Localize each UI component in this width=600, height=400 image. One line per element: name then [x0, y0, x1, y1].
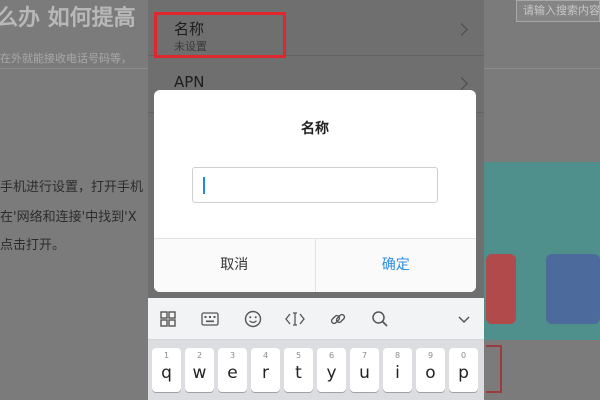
key-letter: t — [295, 363, 302, 383]
key-letter: y — [326, 363, 337, 383]
key-q[interactable]: 1q — [152, 348, 181, 392]
chevron-down-icon[interactable] — [453, 308, 475, 330]
dialog-title: 名称 — [301, 121, 329, 137]
article-search-input[interactable]: 请输入搜索内容 — [516, 0, 600, 22]
name-input-dialog: 名称 取消 确定 — [154, 90, 476, 292]
chevron-right-icon — [455, 23, 468, 36]
key-letter: u — [359, 363, 370, 383]
cancel-button[interactable]: 取消 — [154, 239, 316, 292]
key-r[interactable]: 4r — [251, 348, 280, 392]
app-tile — [486, 254, 516, 324]
article-headline: 么办 如何提高 — [0, 6, 136, 31]
key-number: 8 — [394, 351, 401, 360]
article-image — [480, 162, 600, 340]
article-paragraph-line: 点击打开。 — [0, 238, 66, 253]
key-o[interactable]: 9o — [416, 348, 445, 392]
article-paragraph-line: 手机进行设置，打开手机 — [0, 180, 144, 195]
key-y[interactable]: 6y — [317, 348, 346, 392]
key-number: 1 — [163, 351, 170, 360]
phone-screen: 名称 未设置 APN 名称 取消 确定 1 q 2 w 3 e 4 r 5 t … — [148, 0, 484, 400]
key-w[interactable]: 2w — [185, 348, 214, 392]
key-i[interactable]: 8i — [383, 348, 412, 392]
key-number: 9 — [427, 351, 434, 360]
keyboard-row-qwerty: 1q 2w 3e 4r 5t 6y 7u 8i 9o 0p — [148, 348, 484, 396]
key-number: 5 — [295, 351, 302, 360]
key-number: 3 — [229, 351, 236, 360]
key-number: 4 — [262, 351, 269, 360]
keyboard-icon[interactable] — [199, 308, 221, 330]
key-letter: p — [458, 363, 469, 383]
key-letter: w — [192, 363, 207, 383]
app-tile — [546, 254, 600, 324]
search-icon[interactable] — [369, 308, 391, 330]
key-number: 6 — [328, 351, 335, 360]
keyboard-toolbar — [148, 298, 484, 340]
highlight-box — [154, 12, 286, 58]
key-letter: e — [227, 363, 238, 383]
key-e[interactable]: 3e — [218, 348, 247, 392]
key-letter: i — [395, 363, 400, 383]
key-letter: o — [425, 363, 436, 383]
key-t[interactable]: 5t — [284, 348, 313, 392]
key-p[interactable]: 0p — [449, 348, 478, 392]
name-input[interactable] — [192, 167, 438, 203]
confirm-button[interactable]: 确定 — [315, 239, 476, 292]
key-number: 2 — [196, 351, 203, 360]
chevron-right-icon — [455, 77, 468, 90]
grid-icon[interactable] — [157, 308, 179, 330]
setting-title: APN — [174, 73, 205, 91]
key-number: 0 — [460, 351, 467, 360]
article-paragraph-line: 在'网络和连接'中找到'X — [0, 210, 137, 225]
key-letter: r — [262, 363, 269, 383]
article-highlight-box — [486, 345, 502, 393]
link-icon[interactable] — [327, 308, 349, 330]
emoji-icon[interactable] — [242, 308, 264, 330]
article-subheader: 在外就能接收电话号码等， — [0, 52, 132, 65]
key-u[interactable]: 7u — [350, 348, 379, 392]
key-number: 7 — [361, 351, 368, 360]
dialog-actions: 取消 确定 — [154, 238, 476, 292]
soft-keyboard: 1q 2w 3e 4r 5t 6y 7u 8i 9o 0p — [148, 298, 484, 400]
key-letter: q — [161, 363, 172, 383]
text-cursor — [203, 177, 205, 194]
cursor-move-icon[interactable] — [284, 308, 306, 330]
